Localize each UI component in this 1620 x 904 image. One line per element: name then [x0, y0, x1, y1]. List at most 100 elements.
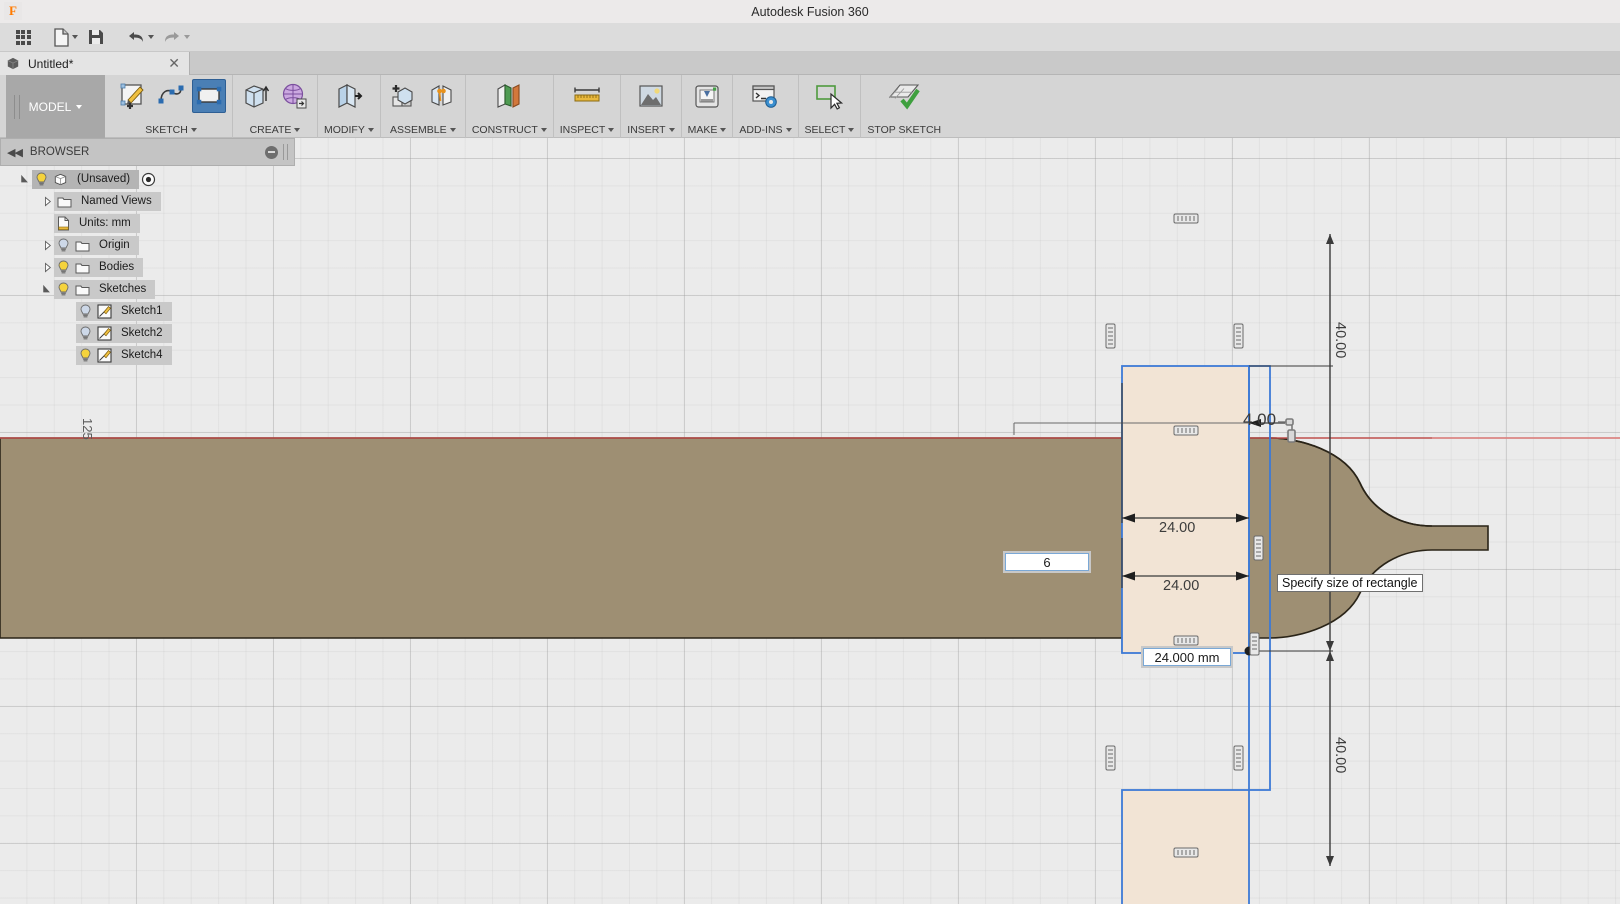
expander-browser-item-named-views[interactable]	[40, 190, 54, 212]
drag-grip-icon	[14, 95, 20, 119]
create-form-tool[interactable]	[277, 79, 311, 113]
visibility-bulb-icon[interactable]	[79, 348, 92, 363]
ribbon-panel-select-label[interactable]: SELECT	[805, 124, 855, 138]
browser-item-units[interactable]: Units: mm	[0, 212, 295, 234]
spline-icon	[158, 85, 184, 104]
extrude-tool[interactable]	[239, 79, 273, 113]
tool-hint-tooltip: Specify size of rectangle	[1277, 574, 1423, 592]
browser-resize-grip[interactable]	[283, 144, 288, 160]
panel-label-text: SKETCH	[145, 124, 188, 136]
minimize-browser-icon[interactable]	[265, 145, 278, 159]
visibility-bulb-icon[interactable]	[57, 282, 70, 297]
browser-item-sketches-chip[interactable]: Sketches	[54, 279, 156, 299]
spline-tool[interactable]	[154, 79, 188, 113]
dimension-40-top-label[interactable]: 40.00	[1332, 322, 1348, 358]
ribbon-panel-inspect-label[interactable]: INSPECT	[560, 124, 615, 138]
dimension-40-bottom-label[interactable]: 40.00	[1332, 737, 1348, 773]
ribbon-panel-addins-tools	[748, 75, 782, 124]
browser-item-sketch2[interactable]: Sketch2	[0, 322, 295, 344]
visibility-bulb-icon[interactable]	[79, 304, 92, 319]
document-units-icon	[58, 216, 69, 230]
chevron-down-icon	[449, 128, 456, 132]
browser-item-unsaved[interactable]: (Unsaved)	[0, 168, 295, 190]
ribbon-panel-make-label[interactable]: MAKE	[688, 124, 727, 138]
chevron-down-icon	[76, 104, 83, 109]
expander-browser-item-sketch2	[62, 322, 76, 344]
browser-item-units-chip[interactable]: Units: mm	[54, 213, 140, 233]
ribbon-panel-modify-label[interactable]: MODIFY	[324, 124, 374, 138]
browser-item-sketches[interactable]: Sketches	[0, 278, 295, 300]
stop-sketch-tool[interactable]	[883, 79, 925, 113]
visibility-bulb-icon[interactable]	[79, 326, 92, 341]
visibility-bulb-icon[interactable]	[57, 238, 70, 253]
document-tab-untitled[interactable]: Untitled* ✕	[0, 52, 190, 75]
visibility-bulb-icon[interactable]	[57, 260, 70, 275]
create-sketch-tool[interactable]	[116, 79, 150, 113]
rectangle-height-input[interactable]	[1005, 553, 1089, 571]
chevron-down-icon	[184, 35, 190, 39]
insert-decal-tool[interactable]	[634, 79, 668, 113]
panel-label-text: CONSTRUCT	[471, 124, 538, 136]
close-icon[interactable]: ✕	[165, 55, 183, 72]
rectangle-tool[interactable]	[192, 79, 226, 113]
press-pull-tool[interactable]	[332, 79, 366, 113]
ribbon-panel-addins-label[interactable]: ADD-INS	[739, 124, 792, 138]
offset-plane-tool[interactable]	[492, 79, 526, 113]
browser-item-unsaved-chip[interactable]: (Unsaved)	[32, 169, 140, 189]
ribbon-panel-stop-sketch-tools	[883, 75, 925, 124]
measure-tool[interactable]	[570, 79, 604, 113]
scripts-addins-tool[interactable]	[748, 79, 782, 113]
ribbon-panel-make: MAKE	[682, 75, 734, 138]
expander-closed-icon[interactable]	[43, 240, 52, 251]
app-grid-button[interactable]	[10, 24, 36, 50]
save-button[interactable]	[83, 24, 109, 50]
expander-closed-icon[interactable]	[43, 262, 52, 273]
workspace-selector[interactable]: MODEL	[6, 75, 105, 138]
browser-item-bodies-chip[interactable]: Bodies	[54, 257, 144, 277]
browser-item-named-views-chip[interactable]: Named Views	[54, 191, 161, 211]
dimension-24-upper-label[interactable]: 24.00	[1159, 520, 1195, 536]
sketch-icon	[97, 303, 112, 319]
ribbon-panel-assemble-label[interactable]: ASSEMBLE	[390, 124, 456, 138]
undo-button[interactable]	[123, 24, 157, 50]
expander-browser-item-unsaved[interactable]	[18, 168, 32, 190]
expander-browser-item-bodies[interactable]	[40, 256, 54, 278]
select-tool[interactable]	[812, 79, 846, 113]
browser-item-named-views[interactable]: Named Views	[0, 190, 295, 212]
dimension-24-lower-label[interactable]: 24.00	[1163, 578, 1199, 594]
ribbon-panel-sketch-label[interactable]: SKETCH	[145, 124, 197, 138]
expander-open-icon[interactable]	[42, 284, 52, 294]
ribbon-panel-inspect: INSPECT	[554, 75, 622, 138]
expander-open-icon[interactable]	[20, 174, 30, 184]
joint-tool[interactable]	[425, 79, 459, 113]
chevron-down-icon	[720, 128, 727, 132]
body-profile	[0, 437, 1489, 639]
ribbon-panel-construct-label[interactable]: CONSTRUCT	[472, 124, 547, 138]
redo-button[interactable]	[159, 24, 193, 50]
visibility-bulb-icon[interactable]	[35, 172, 48, 187]
expander-browser-item-sketches[interactable]	[40, 278, 54, 300]
expander-browser-item-origin[interactable]	[40, 234, 54, 256]
rectangle-width-input[interactable]	[1143, 648, 1231, 666]
browser-item-sketch2-chip[interactable]: Sketch2	[76, 323, 172, 343]
new-document-button[interactable]	[50, 24, 81, 50]
ribbon-panel-stop-sketch-label: STOP SKETCH	[867, 124, 941, 138]
browser-item-origin-chip[interactable]: Origin	[54, 235, 139, 255]
ribbon-panel-stop-sketch[interactable]: STOP SKETCH	[861, 75, 947, 138]
browser-item-origin[interactable]: Origin	[0, 234, 295, 256]
browser-item-sketch1-chip[interactable]: Sketch1	[76, 301, 172, 321]
expander-closed-icon[interactable]	[43, 196, 52, 207]
ribbon-panel-insert-label[interactable]: INSERT	[627, 124, 675, 138]
dimension-4-label[interactable]: 4.00	[1243, 410, 1276, 430]
collapse-browser-icon[interactable]: ◀◀	[7, 146, 23, 159]
new-component-tool[interactable]	[387, 79, 421, 113]
browser-item-sketch4[interactable]: Sketch4	[0, 344, 295, 366]
chevron-down-icon	[190, 128, 197, 132]
ribbon-panel-create-label[interactable]: CREATE	[250, 124, 301, 138]
3d-print-tool[interactable]	[690, 79, 724, 113]
browser-item-sketch4-chip[interactable]: Sketch4	[76, 345, 172, 365]
browser-item-bodies[interactable]: Bodies	[0, 256, 295, 278]
component-activate-icon[interactable]	[141, 172, 156, 187]
browser-item-sketch4-label: Sketch4	[121, 349, 163, 361]
browser-item-sketch1[interactable]: Sketch1	[0, 300, 295, 322]
